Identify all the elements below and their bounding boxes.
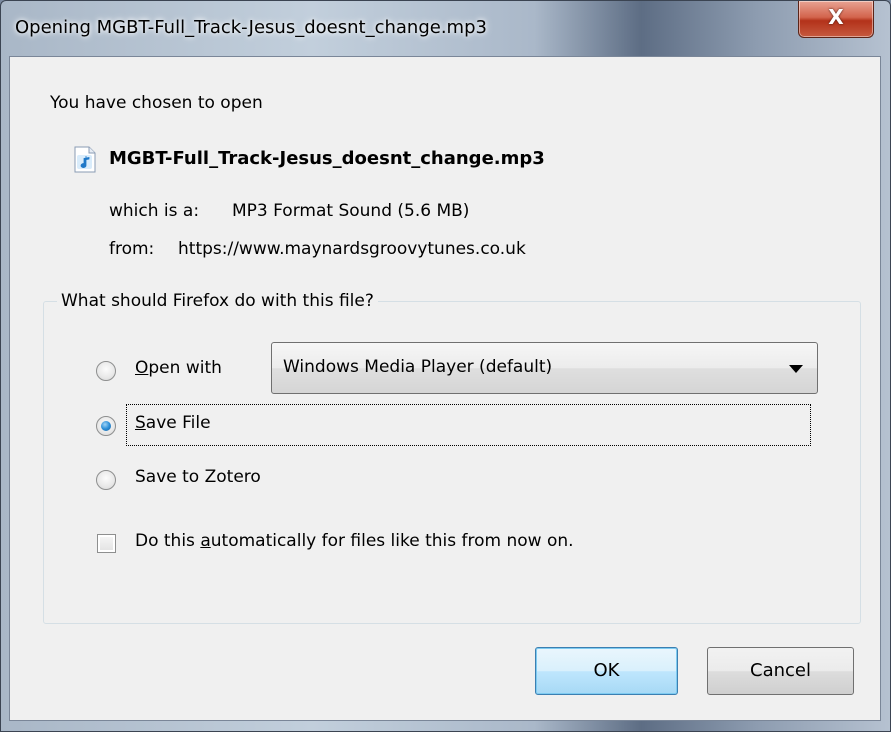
title-bar[interactable]: Opening MGBT-Full_Track-Jesus_doesnt_cha…	[1, 1, 890, 57]
save-to-zotero-label[interactable]: Save to Zotero	[135, 467, 261, 487]
save-to-zotero-radio[interactable]	[96, 470, 116, 490]
save-file-radio[interactable]	[96, 416, 116, 436]
focus-indicator	[126, 404, 811, 446]
open-with-radio[interactable]	[96, 361, 116, 381]
from-label: from:	[109, 239, 155, 259]
dialog-window: Opening MGBT-Full_Track-Jesus_doesnt_cha…	[0, 0, 891, 732]
cancel-button[interactable]: Cancel	[707, 647, 854, 695]
group-legend: What should Firefox do with this file?	[57, 291, 378, 311]
window-title: Opening MGBT-Full_Track-Jesus_doesnt_cha…	[15, 17, 487, 38]
type-label: which is a:	[109, 201, 200, 221]
from-value: https://www.maynardsgroovytunes.co.uk	[178, 239, 526, 259]
auto-checkbox-label[interactable]: Do this automatically for files like thi…	[135, 531, 574, 551]
open-with-label[interactable]: Open with	[135, 358, 222, 378]
type-value: MP3 Format Sound (5.6 MB)	[232, 201, 470, 221]
chevron-down-icon	[789, 365, 803, 373]
close-icon: X	[828, 5, 844, 29]
intro-text: You have chosen to open	[50, 93, 263, 113]
open-with-value: Windows Media Player (default)	[283, 357, 553, 377]
ok-button[interactable]: OK	[535, 647, 678, 695]
close-button[interactable]: X	[798, 1, 874, 38]
auto-checkbox[interactable]	[97, 534, 116, 553]
audio-file-icon	[74, 146, 96, 173]
save-file-label[interactable]: Save File	[135, 413, 211, 433]
open-with-select[interactable]: Windows Media Player (default)	[271, 342, 818, 394]
file-name: MGBT-Full_Track-Jesus_doesnt_change.mp3	[109, 148, 545, 169]
